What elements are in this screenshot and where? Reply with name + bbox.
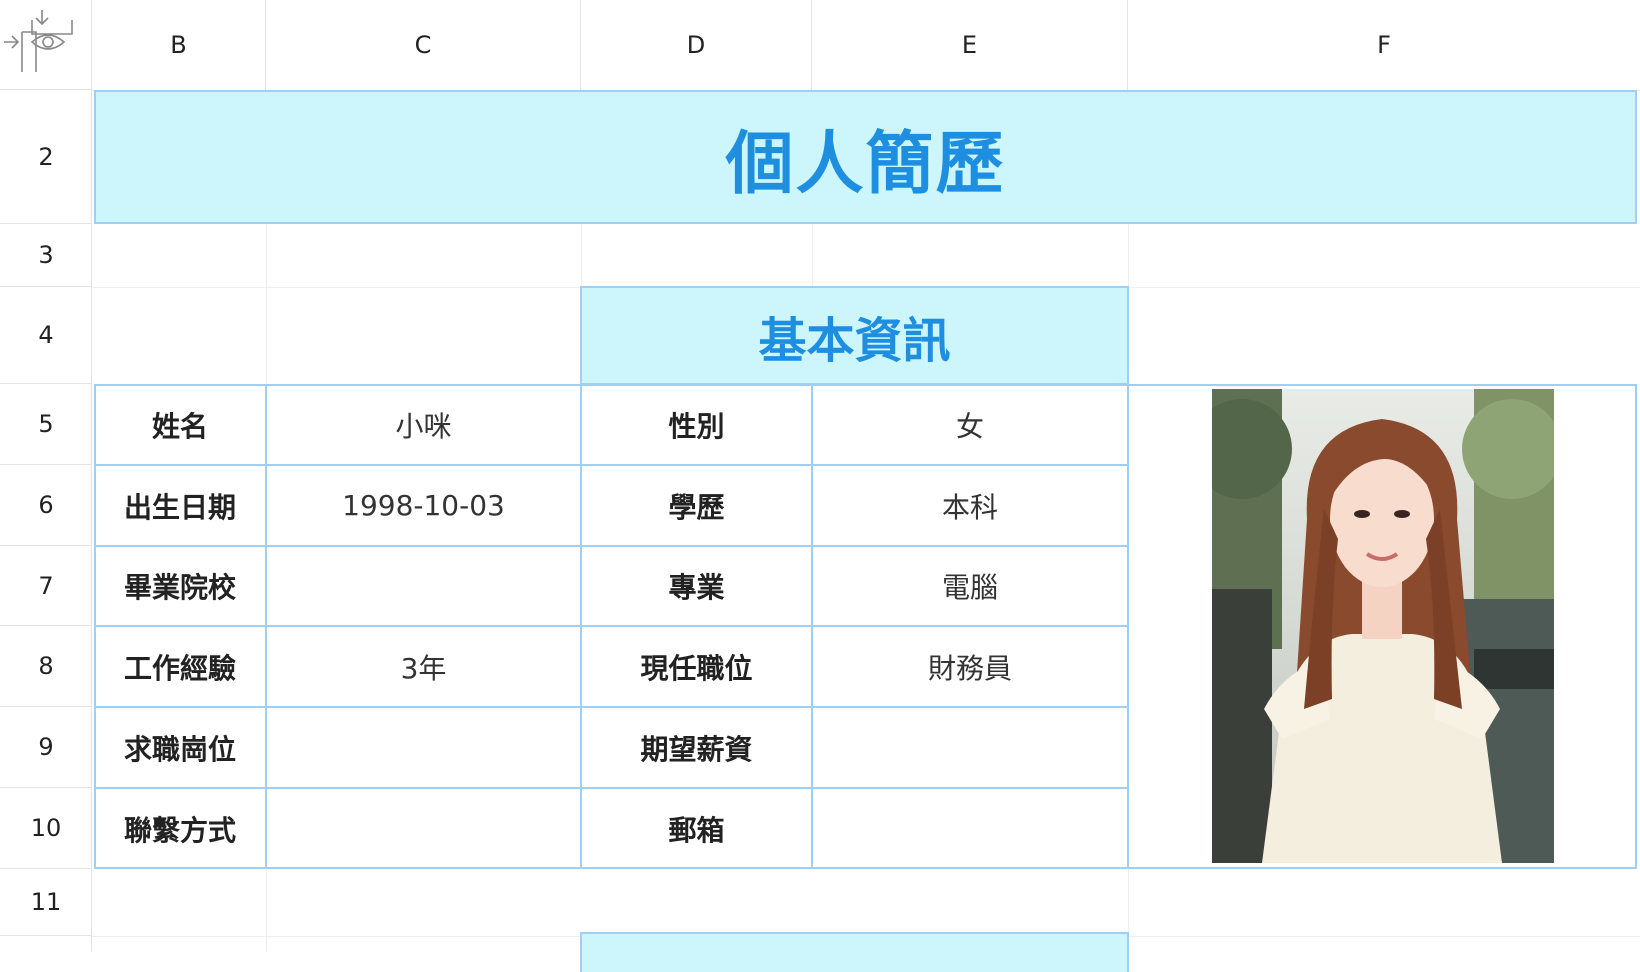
row-header-6[interactable]: 6: [0, 465, 92, 546]
profile-photo[interactable]: [1212, 389, 1554, 863]
cell-salary-label[interactable]: 期望薪資: [581, 707, 812, 788]
section-title-next[interactable]: [580, 932, 1129, 972]
row-header-10[interactable]: 10: [0, 788, 92, 869]
section-title-basic-info[interactable]: 基本資訊: [580, 286, 1129, 385]
cell-gender-value[interactable]: 女: [812, 384, 1128, 465]
cell-contact-label[interactable]: 聯繫方式: [94, 788, 266, 869]
cell-experience-value[interactable]: 3年: [266, 626, 581, 707]
cell-email-label[interactable]: 郵箱: [581, 788, 812, 869]
cell-school-value[interactable]: [266, 546, 581, 626]
row-header-9[interactable]: 9: [0, 707, 92, 788]
column-header-d[interactable]: D: [581, 0, 812, 90]
column-header-b[interactable]: B: [92, 0, 266, 90]
cell-email-value[interactable]: [812, 788, 1128, 869]
cell-target-label[interactable]: 求職崗位: [94, 707, 266, 788]
cell-contact-value[interactable]: [266, 788, 581, 869]
row-header-4[interactable]: 4: [0, 287, 92, 384]
cell-experience-label[interactable]: 工作經驗: [94, 626, 266, 707]
row-header-5[interactable]: 5: [0, 384, 92, 465]
column-header-f[interactable]: F: [1128, 0, 1640, 90]
cell-name-label[interactable]: 姓名: [94, 384, 266, 465]
cell-major-value[interactable]: 電腦: [812, 546, 1128, 626]
cell-position-value[interactable]: 財務員: [812, 626, 1128, 707]
row-header-8[interactable]: 8: [0, 626, 92, 707]
cell-school-label[interactable]: 畢業院校: [94, 546, 266, 626]
cell-name-value[interactable]: 小咪: [266, 384, 581, 465]
cell-education-value[interactable]: 本科: [812, 465, 1128, 546]
cell-education-label[interactable]: 學歷: [581, 465, 812, 546]
column-header-c[interactable]: C: [266, 0, 581, 90]
cell-major-label[interactable]: 專業: [581, 546, 812, 626]
resume-title[interactable]: 個人簡歷: [94, 90, 1637, 224]
column-header-e[interactable]: E: [812, 0, 1128, 90]
row-header-11[interactable]: 11: [0, 869, 92, 936]
cell-gender-label[interactable]: 性別: [581, 384, 812, 465]
cell-birth-value[interactable]: 1998-10-03: [266, 465, 581, 546]
cell-target-value[interactable]: [266, 707, 581, 788]
spreadsheet-view: B C D E F 2 3 4 5 6 7 8 9 10 11 個人簡歷 基本資…: [0, 0, 1640, 972]
row-header-2[interactable]: 2: [0, 90, 92, 224]
row-header-3[interactable]: 3: [0, 224, 92, 287]
cell-salary-value[interactable]: [812, 707, 1128, 788]
cell-birth-label[interactable]: 出生日期: [94, 465, 266, 546]
select-all-corner[interactable]: [0, 0, 92, 90]
row-header-7[interactable]: 7: [0, 546, 92, 626]
eye-icon[interactable]: [30, 30, 66, 54]
cell-position-label[interactable]: 現任職位: [581, 626, 812, 707]
